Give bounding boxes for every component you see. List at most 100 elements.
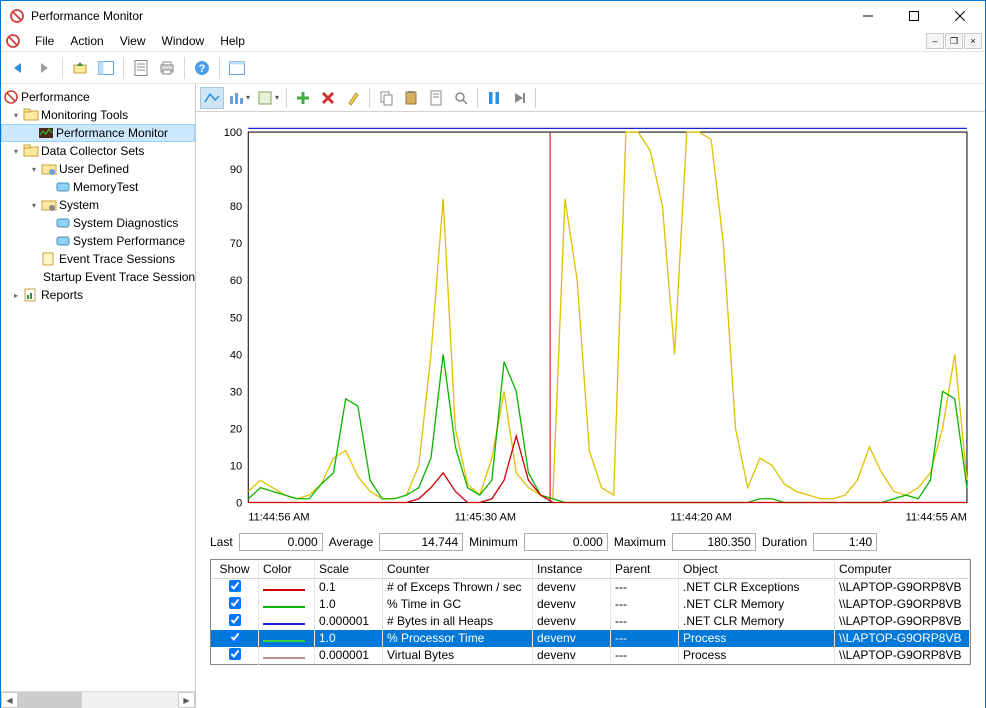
show-checkbox[interactable] xyxy=(229,648,241,660)
tree-node-event-trace[interactable]: Event Trace Sessions xyxy=(1,250,195,268)
tree-node-user-defined[interactable]: ▾ User Defined xyxy=(1,160,195,178)
navigation-tree[interactable]: Performance ▾ Monitoring Tools xyxy=(1,84,195,691)
svg-text:90: 90 xyxy=(230,164,242,176)
parent-cell: --- xyxy=(611,612,679,630)
system-folder-icon xyxy=(41,197,57,213)
paste-button[interactable] xyxy=(399,87,423,109)
view-histogram-button[interactable]: ▾ xyxy=(225,87,253,109)
stat-row: Last 0.000 Average 14.744 Minimum 0.000 … xyxy=(208,525,973,557)
mmc-icon xyxy=(5,33,21,49)
table-row[interactable]: 0.000001Virtual Bytesdevenv---Process\\L… xyxy=(211,647,970,664)
mdi-restore-button[interactable]: ❐ xyxy=(945,33,963,49)
maximize-button[interactable] xyxy=(891,1,937,31)
copy-button[interactable] xyxy=(374,87,398,109)
properties-graph-button[interactable] xyxy=(424,87,448,109)
header-color[interactable]: Color xyxy=(259,560,315,578)
table-row[interactable]: 0.1# of Exceps Thrown / secdevenv---.NET… xyxy=(211,579,970,596)
header-object[interactable]: Object xyxy=(679,560,835,578)
tree-node-startup-event-trace[interactable]: Startup Event Trace Sessions xyxy=(1,268,195,286)
last-value: 0.000 xyxy=(239,533,323,551)
scroll-right-button[interactable]: ▶ xyxy=(178,692,195,708)
table-row[interactable]: 0.000001# Bytes in all Heapsdevenv---.NE… xyxy=(211,613,970,630)
scale-cell: 0.1 xyxy=(315,578,383,596)
collector-icon xyxy=(55,233,71,249)
tree-node-performance[interactable]: Performance xyxy=(1,88,195,106)
template-button[interactable] xyxy=(225,56,249,80)
show-checkbox[interactable] xyxy=(229,614,241,626)
tree-label: Reports xyxy=(41,288,83,302)
tree-label: System Performance xyxy=(73,234,185,248)
show-hide-tree-button[interactable] xyxy=(94,56,118,80)
tree-hscrollbar[interactable]: ◀ ▶ xyxy=(1,691,195,708)
add-counter-button[interactable] xyxy=(291,87,315,109)
show-checkbox[interactable] xyxy=(229,631,241,643)
header-computer[interactable]: Computer xyxy=(835,560,970,578)
header-counter[interactable]: Counter xyxy=(383,560,533,578)
update-button[interactable] xyxy=(507,87,531,109)
svg-text:20: 20 xyxy=(230,423,242,435)
header-parent[interactable]: Parent xyxy=(611,560,679,578)
performance-chart[interactable]: 010203040506070809010011:44:56 AM11:45:3… xyxy=(208,122,973,525)
window-title: Performance Monitor xyxy=(31,9,845,23)
show-checkbox[interactable] xyxy=(229,597,241,609)
table-header[interactable]: Show Color Scale Counter Instance Parent… xyxy=(211,560,970,579)
expander-icon[interactable]: ▸ xyxy=(9,291,23,300)
computer-cell: \\LAPTOP-G9ORP8VB xyxy=(835,629,970,647)
minimize-button[interactable] xyxy=(845,1,891,31)
svg-text:60: 60 xyxy=(230,275,242,287)
counter-cell: # of Exceps Thrown / sec xyxy=(383,578,533,596)
freeze-button[interactable] xyxy=(482,87,506,109)
scroll-thumb[interactable] xyxy=(18,692,82,708)
avg-value: 14.744 xyxy=(379,533,463,551)
close-button[interactable] xyxy=(937,1,983,31)
properties-button[interactable] xyxy=(129,56,153,80)
tree-node-monitoring-tools[interactable]: ▾ Monitoring Tools xyxy=(1,106,195,124)
tree-node-performance-monitor[interactable]: Performance Monitor xyxy=(1,124,195,142)
scroll-track[interactable] xyxy=(18,692,178,708)
tree-node-reports[interactable]: ▸ Reports xyxy=(1,286,195,304)
highlight-button[interactable] xyxy=(341,87,365,109)
tree-node-system-performance[interactable]: System Performance xyxy=(1,232,195,250)
menu-action[interactable]: Action xyxy=(62,32,111,50)
expander-icon[interactable]: ▾ xyxy=(27,201,41,210)
menu-help[interactable]: Help xyxy=(212,32,253,50)
mdi-minimize-button[interactable]: – xyxy=(926,33,944,49)
expander-icon[interactable]: ▾ xyxy=(9,111,23,120)
tree-node-memorytest[interactable]: MemoryTest xyxy=(1,178,195,196)
computer-cell: \\LAPTOP-G9ORP8VB xyxy=(835,578,970,596)
tree-node-system-diagnostics[interactable]: System Diagnostics xyxy=(1,214,195,232)
tree-node-data-collector-sets[interactable]: ▾ Data Collector Sets xyxy=(1,142,195,160)
tree-node-system[interactable]: ▾ System xyxy=(1,196,195,214)
object-cell: Process xyxy=(679,629,835,647)
table-row[interactable]: 1.0% Time in GCdevenv---.NET CLR Memory\… xyxy=(211,596,970,613)
parent-cell: --- xyxy=(611,578,679,596)
show-checkbox[interactable] xyxy=(229,580,241,592)
header-instance[interactable]: Instance xyxy=(533,560,611,578)
scroll-left-button[interactable]: ◀ xyxy=(1,692,18,708)
menu-file[interactable]: File xyxy=(27,32,62,50)
menu-view[interactable]: View xyxy=(112,32,154,50)
forward-button[interactable] xyxy=(33,56,57,80)
zoom-button[interactable] xyxy=(449,87,473,109)
mdi-close-button[interactable]: × xyxy=(964,33,982,49)
up-level-button[interactable] xyxy=(68,56,92,80)
instance-cell: devenv xyxy=(533,578,611,596)
expander-icon[interactable]: ▾ xyxy=(9,147,23,156)
header-show[interactable]: Show xyxy=(211,560,259,578)
folder-icon xyxy=(23,143,39,159)
print-button[interactable] xyxy=(155,56,179,80)
header-scale[interactable]: Scale xyxy=(315,560,383,578)
dur-value: 1:40 xyxy=(813,533,877,551)
table-row[interactable]: 1.0% Processor Timedevenv---Process\\LAP… xyxy=(211,630,970,647)
counter-cell: % Processor Time xyxy=(383,629,533,647)
counter-table[interactable]: Show Color Scale Counter Instance Parent… xyxy=(210,559,971,665)
remove-counter-button[interactable] xyxy=(316,87,340,109)
expander-icon[interactable]: ▾ xyxy=(27,165,41,174)
view-report-button[interactable]: ▾ xyxy=(254,87,282,109)
mmc-toolbar: ? xyxy=(1,52,985,84)
counter-cell: # Bytes in all Heaps xyxy=(383,612,533,630)
menu-window[interactable]: Window xyxy=(154,32,213,50)
view-line-button[interactable] xyxy=(200,87,224,109)
help-button[interactable]: ? xyxy=(190,56,214,80)
back-button[interactable] xyxy=(7,56,31,80)
